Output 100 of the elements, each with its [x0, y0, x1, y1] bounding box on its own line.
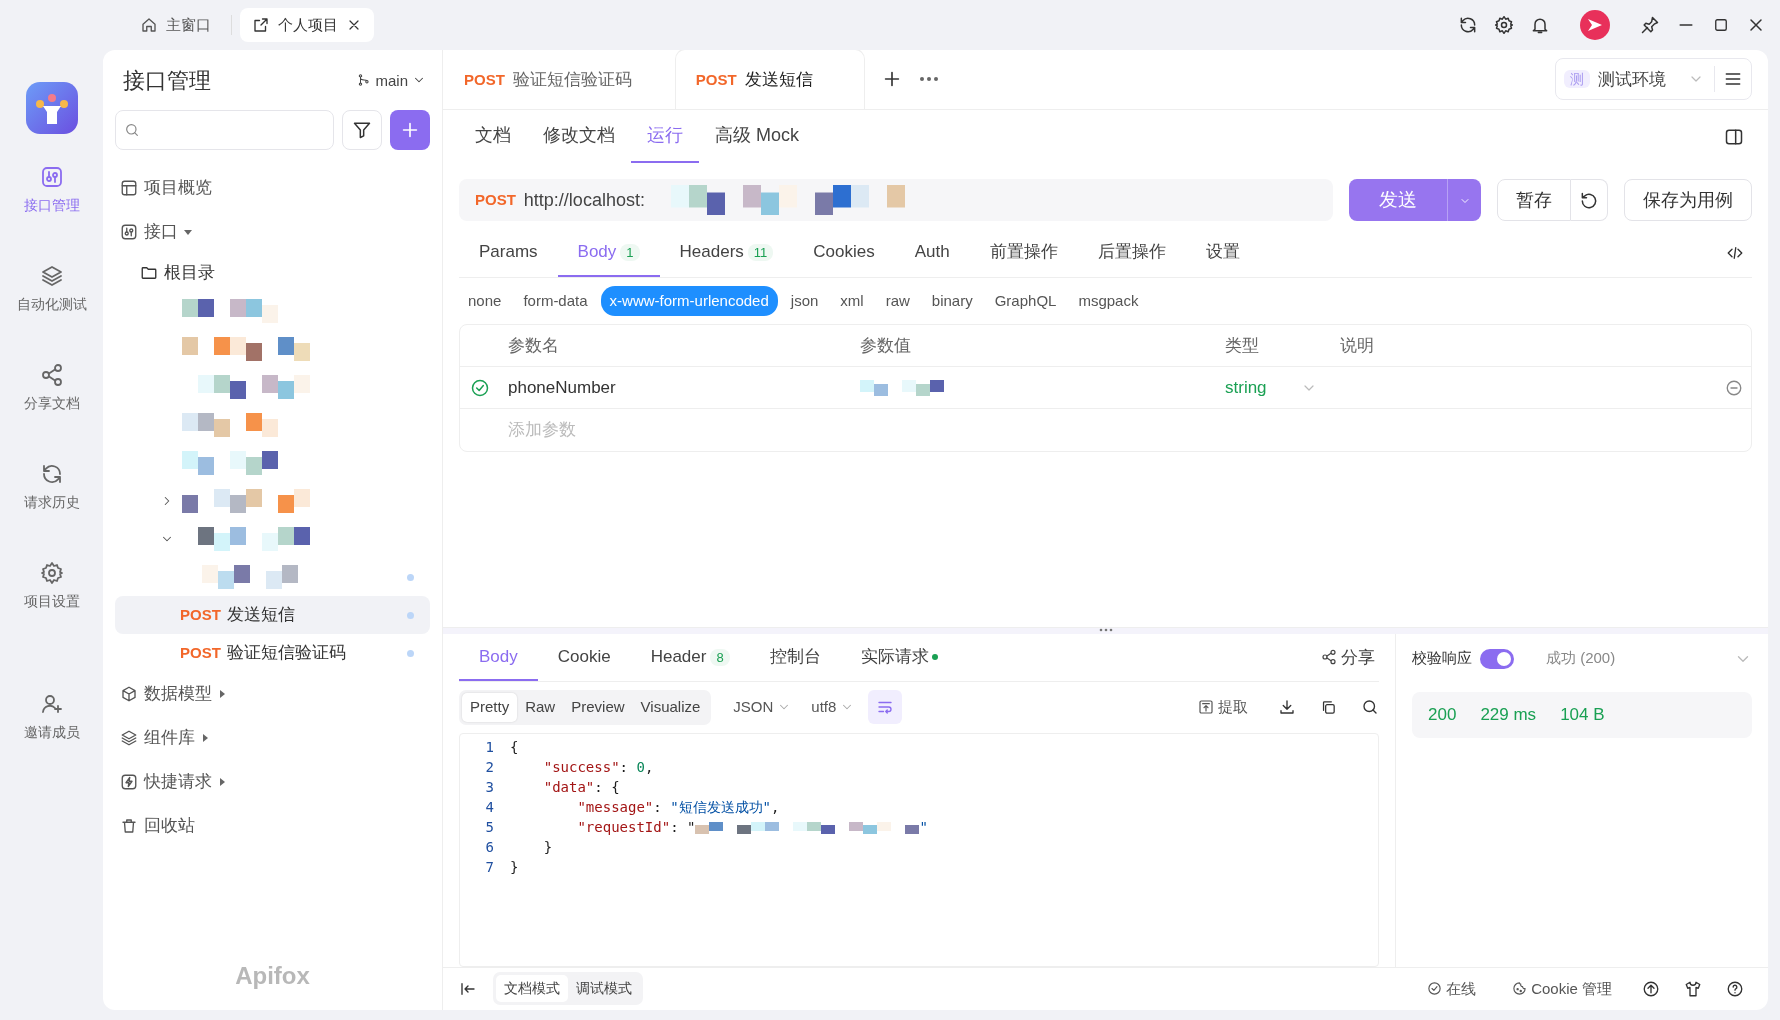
online-status[interactable]: 在线 — [1421, 976, 1483, 1002]
section-icon — [120, 685, 138, 703]
url-field[interactable]: POST http://localhost: — [459, 179, 1333, 221]
param-tab[interactable]: 设置 — [1185, 229, 1260, 277]
rail-item[interactable]: 分享文档 — [0, 362, 103, 415]
code-line: { — [510, 738, 519, 758]
response-tab[interactable]: 控制台 — [749, 633, 841, 682]
tree-item[interactable]: POST 验证短信验证码 — [115, 634, 430, 672]
param-tab[interactable]: 后置操作 — [1077, 229, 1186, 277]
resize-handle[interactable] — [1098, 627, 1113, 632]
response-tab[interactable]: Cookie — [537, 633, 631, 682]
tree-item[interactable]: 快捷请求 — [144, 769, 212, 795]
mode-option[interactable]: 调试模式 — [568, 975, 640, 1003]
upload-icon[interactable] — [1642, 979, 1660, 998]
maximize-icon[interactable] — [1712, 16, 1730, 34]
window-tab[interactable]: 主窗口 — [128, 7, 223, 43]
rail-item[interactable]: 自动化测试 — [0, 263, 103, 316]
save-case-button[interactable]: 保存为用例 — [1624, 179, 1752, 221]
body-type-option[interactable]: GraphQL — [985, 285, 1066, 316]
pin-icon[interactable] — [1640, 15, 1660, 35]
extract-button[interactable]: 提取 — [1192, 695, 1254, 720]
body-type-option[interactable]: none — [459, 285, 511, 316]
request-tab[interactable]: POST 验证短信验证码 — [443, 50, 653, 109]
tree-item[interactable]: 组件库 — [144, 725, 195, 751]
view-option[interactable]: Preview — [563, 693, 633, 722]
download-icon[interactable] — [1278, 698, 1296, 717]
line-number: 6 — [484, 838, 495, 858]
rail-item[interactable]: 接口管理 — [0, 164, 103, 217]
mode-option[interactable]: 文档模式 — [496, 975, 568, 1003]
view-option[interactable]: Raw — [517, 693, 564, 722]
tree-item[interactable]: POST 发送短信 — [115, 596, 430, 634]
column-header: 类型 — [1225, 335, 1259, 355]
param-tab[interactable]: Body 1 — [557, 229, 660, 277]
caret-icon[interactable] — [218, 690, 226, 698]
tree-item[interactable]: 项目概览 — [144, 175, 212, 201]
cookie-button[interactable]: Cookie 管理 — [1506, 976, 1618, 1002]
response-tab[interactable]: Body — [459, 633, 538, 682]
rail-item[interactable]: 邀请成员 — [0, 691, 103, 744]
remove-icon[interactable] — [1725, 378, 1743, 397]
response-stat: 104 B — [1560, 703, 1605, 726]
param-tab[interactable]: 前置操作 — [969, 229, 1078, 277]
reset-button[interactable] — [1571, 179, 1608, 221]
filter-button[interactable] — [342, 110, 382, 150]
param-name[interactable]: phoneNumber — [508, 374, 616, 401]
item-label: 发送短信 — [226, 604, 295, 627]
caret-icon[interactable] — [218, 778, 226, 786]
validate-toggle[interactable] — [1480, 648, 1514, 669]
rail-item[interactable]: 请求历史 — [0, 461, 103, 514]
add-button[interactable] — [390, 110, 430, 150]
refresh-icon[interactable] — [1458, 15, 1478, 35]
encoding-select[interactable]: utf8 — [805, 695, 861, 720]
settings-icon[interactable] — [1494, 15, 1514, 35]
checkbox-icon[interactable] — [470, 377, 490, 398]
body-type-option[interactable]: json — [781, 285, 828, 316]
code-line: " — [919, 818, 928, 838]
view-tab[interactable]: 运行 — [631, 110, 699, 163]
view-option[interactable]: Pretty — [462, 693, 518, 722]
line-number: 2 — [484, 758, 495, 778]
param-tab[interactable]: Auth — [894, 229, 970, 277]
response-tab[interactable]: Header 8 — [630, 633, 750, 682]
rail-item[interactable]: 项目设置 — [0, 560, 103, 613]
copy-icon[interactable] — [1320, 698, 1337, 716]
body-type-option[interactable]: msgpack — [1069, 285, 1148, 316]
line-number: 3 — [484, 778, 495, 798]
caret-icon[interactable] — [184, 228, 192, 236]
body-type-option[interactable]: binary — [922, 285, 982, 316]
line-number: 7 — [484, 858, 495, 878]
view-tab[interactable]: 修改文档 — [527, 110, 631, 163]
tree-item[interactable]: 根目录 — [164, 260, 215, 286]
branch-selector[interactable]: main — [353, 68, 430, 92]
filter-icon — [352, 120, 372, 140]
format-select[interactable]: JSON — [727, 695, 798, 720]
home-icon — [140, 16, 158, 34]
more-icon[interactable] — [918, 76, 939, 82]
request-tab[interactable]: POST 发送短信 — [674, 50, 865, 109]
response-tab[interactable]: 实际请求 — [840, 633, 958, 682]
body-type-option[interactable]: form-data — [514, 285, 597, 316]
tree-item[interactable]: 回收站 — [144, 813, 195, 839]
body-type-option[interactable]: raw — [876, 285, 919, 316]
param-tab[interactable]: Cookies — [793, 229, 895, 277]
body-type-option[interactable]: xml — [831, 285, 873, 316]
save-button[interactable]: 暂存 — [1497, 179, 1571, 221]
app-logo[interactable] — [25, 82, 78, 134]
code-line: "message": "短信发送成功", — [576, 798, 780, 818]
help-icon[interactable] — [1726, 979, 1744, 998]
shirt-icon[interactable] — [1684, 979, 1702, 998]
param-tab[interactable]: Params — [459, 229, 558, 277]
search-field[interactable] — [115, 110, 334, 150]
window-tab[interactable]: 个人项目 — [240, 7, 374, 43]
tree-item[interactable]: 接口 — [144, 219, 178, 245]
param-tab[interactable]: Headers 11 — [659, 229, 794, 277]
view-tab[interactable]: 文档 — [459, 110, 527, 163]
wrap-button[interactable] — [868, 690, 903, 725]
tree-item[interactable]: 数据模型 — [144, 681, 212, 707]
view-option[interactable]: Visualize — [632, 693, 709, 722]
caret-icon[interactable] — [201, 734, 209, 742]
check-icon — [1427, 981, 1443, 997]
view-tab[interactable]: 高级 Mock — [699, 110, 815, 163]
share-button[interactable]: 分享 — [1317, 644, 1379, 670]
avatar-icon[interactable] — [1580, 10, 1610, 40]
